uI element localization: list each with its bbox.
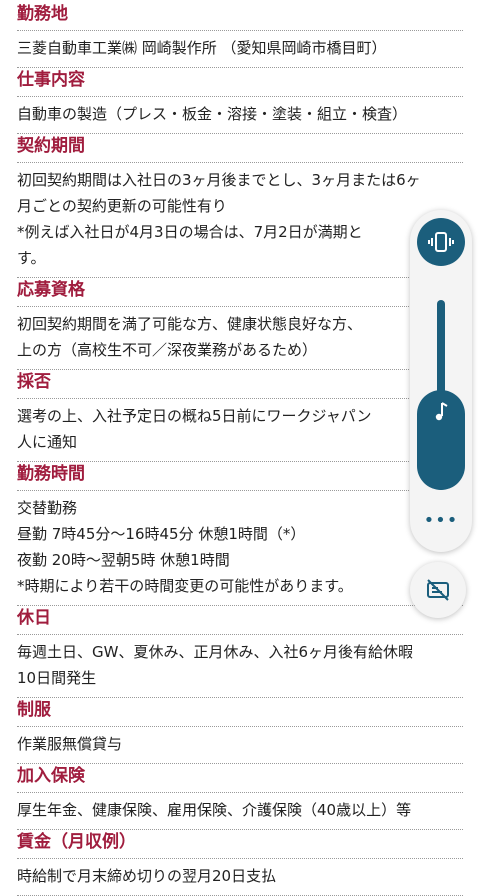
section-line: 厚生年金、健康保険、雇用保険、介護保険（40歳以上）等 (17, 801, 412, 819)
section-9: 賃金（月収例） 時給制で月末締め切りの翌月20日支払 (0, 830, 480, 896)
section-body: 毎週土日、GW、夏休み、正月休み、入社6ヶ月後有給休暇 10日間発生 (17, 635, 463, 698)
section-6: 休日毎週土日、GW、夏休み、正月休み、入社6ヶ月後有給休暇 10日間発生 (0, 606, 480, 698)
section-line: 選考の上、入社予定日の概ね5日前にワークジャパン (17, 407, 372, 425)
section-4: 採否 選考の上、入社予定日の概ね5日前にワークジャパン 人に通知 (0, 370, 480, 462)
job-detail-content: 勤務地 三菱自動車工業㈱ 岡崎製作所 （愛知県岡崎市橋目町） 仕事内容 自動車の製造（… (0, 2, 480, 896)
section-line: 夜勤 20時〜翌朝5時 休憩1時間 (17, 551, 230, 569)
more-horizontal-icon[interactable]: ••• (410, 510, 472, 531)
section-line: *例えば入社日が4月3日の場合は、7月2日が満期と (17, 223, 363, 241)
section-2: 契約期間 初回契約期間は入社日の3ヶ月後までとし、3ヶ月または6ヶ 月ごとの契約更新… (0, 134, 480, 278)
section-line: 初回契約期間は入社日の3ヶ月後までとし、3ヶ月または6ヶ (17, 171, 421, 189)
section-8: 加入保険厚生年金、健康保険、雇用保険、介護保険（40歳以上）等 (0, 764, 480, 830)
section-body: 自動車の製造（プレス・板金・溶接・塗装・組立・検査） (17, 97, 463, 134)
section-body: 三菱自動車工業㈱ 岡崎製作所 （愛知県岡崎市橋目町） (17, 31, 463, 68)
section-line: 上の方（高校生不可／深夜業務があるため） (17, 341, 318, 359)
captions-off-icon (427, 579, 449, 601)
section-body: 時給制で月末締め切りの翌月20日支払 (17, 859, 463, 896)
section-heading: 仕事内容 (17, 68, 463, 97)
section-7: 制服 作業服無償貸与 (0, 698, 480, 764)
section-heading: 契約期間 (17, 134, 463, 163)
section-heading: 勤務地 (17, 2, 463, 31)
section-body: 選考の上、入社予定日の概ね5日前にワークジャパン 人に通知 (17, 399, 463, 462)
live-caption-button[interactable] (410, 562, 466, 618)
section-line: 初回契約期間を満了可能な方、健康状態良好な方、 (17, 315, 363, 333)
section-heading: 加入保険 (17, 764, 463, 793)
section-line: *時期により若干の時間変更の可能性があります。 (17, 577, 353, 595)
section-heading: 採否 (17, 370, 463, 399)
section-body: 初回契約期間を満了可能な方、健康状態良好な方、 上の方（高校生不可／深夜業務がある… (17, 307, 463, 370)
section-heading: 制服 (17, 698, 463, 727)
section-body: 作業服無償貸与 (17, 727, 463, 764)
ringer-mode-button[interactable] (417, 218, 465, 266)
section-line: 月ごとの契約更新の可能性有り (17, 197, 227, 215)
section-body: 初回契約期間は入社日の3ヶ月後までとし、3ヶ月または6ヶ 月ごとの契約更新の可能性… (17, 163, 463, 278)
section-line: 交替勤務 (17, 499, 78, 517)
section-line: 毎週土日、GW、夏休み、正月休み、入社6ヶ月後有給休暇 (17, 643, 414, 661)
section-line: 自動車の製造（プレス・板金・溶接・塗装・組立・検査） (17, 105, 408, 123)
music-note-icon (435, 402, 448, 421)
section-body: 厚生年金、健康保険、雇用保険、介護保険（40歳以上）等 (17, 793, 463, 830)
section-heading: 賃金（月収例） (17, 830, 463, 859)
section-line: 作業服無償貸与 (17, 735, 123, 753)
section-5: 勤務時間交替勤務昼勤 7時45分〜16時45分 休憩1時間（*） 夜勤 20時〜翌… (0, 462, 480, 606)
section-line: 三菱自動車工業㈱ 岡崎製作所 （愛知県岡崎市橋目町） (17, 39, 387, 57)
section-heading: 休日 (17, 606, 463, 635)
section-heading: 応募資格 (17, 278, 463, 307)
section-line: 人に通知 (17, 433, 78, 451)
section-3: 応募資格 初回契約期間を満了可能な方、健康状態良好な方、 上の方（高校生不可／深夜業… (0, 278, 480, 370)
section-line: 時給制で月末締め切りの翌月20日支払 (17, 867, 277, 885)
section-0: 勤務地三菱自動車工業㈱ 岡崎製作所 （愛知県岡崎市橋目町） (0, 2, 480, 68)
volume-slider-handle[interactable] (417, 390, 465, 490)
section-line: 昼勤 7時45分〜16時45分 休憩1時間（*） (17, 525, 306, 543)
section-line: す。 (17, 249, 46, 267)
section-line: 10日間発生 (17, 669, 97, 687)
section-1: 仕事内容自動車の製造（プレス・板金・溶接・塗装・組立・検査） (0, 68, 480, 134)
section-body: 交替勤務昼勤 7時45分〜16時45分 休憩1時間（*） 夜勤 20時〜翌朝5時 … (17, 491, 463, 606)
volume-panel: ••• (410, 210, 472, 552)
vibrate-icon (428, 232, 454, 252)
section-heading: 勤務時間 (17, 462, 463, 491)
